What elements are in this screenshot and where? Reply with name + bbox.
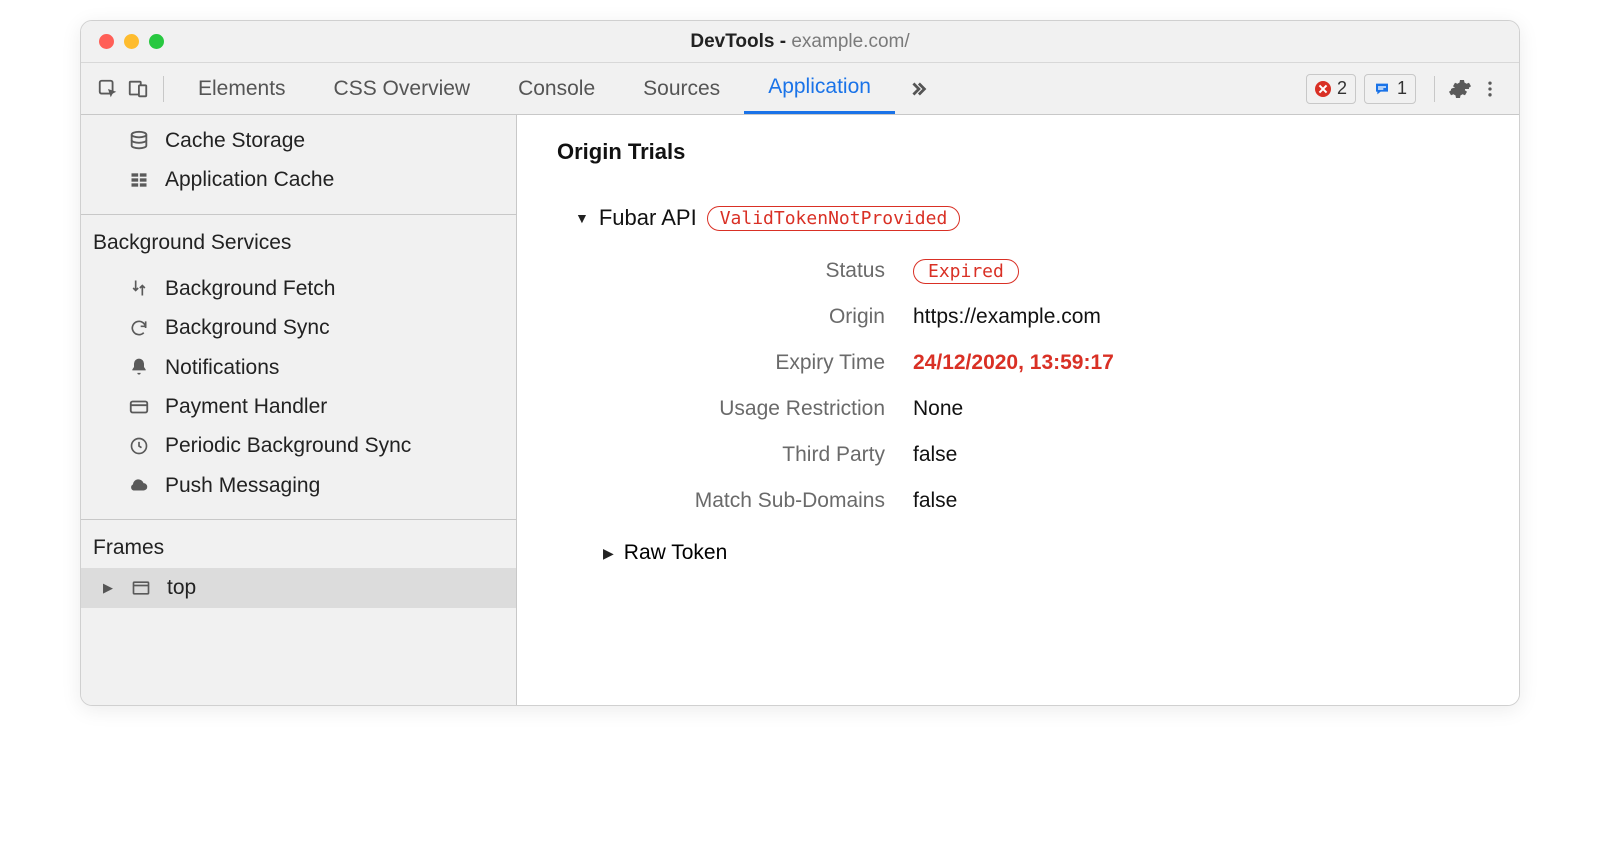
sidebar-label: top: [167, 573, 196, 602]
database-icon: [127, 129, 151, 153]
messages-count: 1: [1397, 78, 1407, 99]
inspect-element-icon[interactable]: [93, 74, 123, 104]
sidebar-item-application-cache[interactable]: Application Cache: [81, 160, 516, 199]
section-title: Origin Trials: [557, 139, 1519, 165]
raw-token-label: Raw Token: [624, 541, 728, 565]
field-label-usage: Usage Restriction: [585, 397, 885, 421]
window-title-host: example.com/: [791, 31, 909, 52]
errors-count: 2: [1337, 78, 1347, 99]
sync-icon: [127, 316, 151, 340]
device-toggle-icon[interactable]: [123, 74, 153, 104]
tab-elements[interactable]: Elements: [174, 63, 310, 114]
sidebar-item-push-messaging[interactable]: Push Messaging: [81, 466, 516, 505]
sidebar-item-notifications[interactable]: Notifications: [81, 348, 516, 387]
cloud-icon: [127, 473, 151, 497]
card-icon: [127, 395, 151, 419]
titlebar: DevTools - example.com/: [81, 21, 1519, 63]
fetch-icon: [127, 276, 151, 300]
trial-details-grid: Status Expired Origin https://example.co…: [557, 259, 1519, 513]
grid-icon: [127, 168, 151, 192]
sidebar-label: Notifications: [165, 353, 279, 382]
sidebar-item-background-fetch[interactable]: Background Fetch: [81, 269, 516, 308]
more-tabs-button[interactable]: [895, 63, 941, 114]
sidebar-item-cache-storage[interactable]: Cache Storage: [81, 121, 516, 160]
expand-arrow-icon[interactable]: ▶: [103, 579, 113, 597]
raw-token-disclose-toggle[interactable]: ▶: [603, 545, 614, 562]
sidebar-label: Application Cache: [165, 165, 334, 194]
raw-token-row[interactable]: ▶ Raw Token: [557, 541, 1519, 565]
trial-name: Fubar API: [599, 205, 697, 231]
settings-gear-icon[interactable]: [1445, 74, 1475, 104]
console-messages-button[interactable]: 1: [1364, 74, 1416, 104]
sidebar-heading-background-services: Background Services: [81, 215, 516, 263]
devtools-window: DevTools - example.com/ Elements CSS Ove…: [80, 20, 1520, 706]
tab-css-overview[interactable]: CSS Overview: [310, 63, 495, 114]
traffic-lights: [81, 34, 164, 49]
sidebar-item-background-sync[interactable]: Background Sync: [81, 308, 516, 347]
field-value-origin: https://example.com: [913, 305, 1519, 329]
sidebar-item-payment-handler[interactable]: Payment Handler: [81, 387, 516, 426]
toolbar-separator: [163, 76, 164, 102]
sidebar-label: Background Sync: [165, 313, 330, 342]
application-sidebar: Cache Storage Application Cache Backgrou…: [81, 115, 517, 705]
origin-trials-panel: Origin Trials ▼ Fubar API ValidTokenNotP…: [517, 115, 1519, 705]
close-window-button[interactable]: [99, 34, 114, 49]
tab-console[interactable]: Console: [494, 63, 619, 114]
field-label-expiry: Expiry Time: [585, 351, 885, 375]
field-value-usage: None: [913, 397, 1519, 421]
panel-tabs: Elements CSS Overview Console Sources Ap…: [174, 63, 1306, 114]
field-label-subdomains: Match Sub-Domains: [585, 489, 885, 513]
sidebar-label: Background Fetch: [165, 274, 335, 303]
trial-status-badge: ValidTokenNotProvided: [707, 206, 961, 231]
clock-icon: [127, 434, 151, 458]
field-label-status: Status: [585, 259, 885, 283]
field-label-thirdparty: Third Party: [585, 443, 885, 467]
zoom-window-button[interactable]: [149, 34, 164, 49]
status-pill: Expired: [913, 259, 1019, 284]
trial-row: ▼ Fubar API ValidTokenNotProvided: [557, 205, 1519, 231]
field-value-expiry: 24/12/2020, 13:59:17: [913, 351, 1519, 375]
sidebar-label: Periodic Background Sync: [165, 431, 411, 460]
console-errors-button[interactable]: 2: [1306, 74, 1356, 104]
sidebar-label: Push Messaging: [165, 471, 320, 500]
sidebar-group-cache: Cache Storage Application Cache: [81, 115, 516, 206]
field-value-subdomains: false: [913, 489, 1519, 513]
trial-disclose-toggle[interactable]: ▼: [575, 210, 589, 226]
bell-icon: [127, 355, 151, 379]
field-label-origin: Origin: [585, 305, 885, 329]
message-icon: [1373, 81, 1391, 97]
sidebar-item-periodic-background-sync[interactable]: Periodic Background Sync: [81, 426, 516, 465]
sidebar-item-frame-top[interactable]: ▶ top: [81, 568, 516, 607]
field-value-thirdparty: false: [913, 443, 1519, 467]
toolbar-separator-2: [1434, 76, 1435, 102]
more-options-icon[interactable]: [1475, 74, 1505, 104]
window-title-prefix: DevTools -: [690, 31, 791, 52]
minimize-window-button[interactable]: [124, 34, 139, 49]
devtools-toolbar: Elements CSS Overview Console Sources Ap…: [81, 63, 1519, 115]
sidebar-heading-frames: Frames: [81, 520, 516, 568]
sidebar-group-background-services: Background Fetch Background Sync Notific…: [81, 263, 516, 511]
frame-icon: [129, 576, 153, 600]
sidebar-label: Payment Handler: [165, 392, 327, 421]
window-title: DevTools - example.com/: [81, 31, 1519, 53]
panel-content: Cache Storage Application Cache Backgrou…: [81, 115, 1519, 705]
field-value-status: Expired: [913, 259, 1519, 283]
error-icon: [1315, 81, 1331, 97]
tab-sources[interactable]: Sources: [619, 63, 744, 114]
sidebar-label: Cache Storage: [165, 126, 305, 155]
tab-application[interactable]: Application: [744, 63, 895, 114]
